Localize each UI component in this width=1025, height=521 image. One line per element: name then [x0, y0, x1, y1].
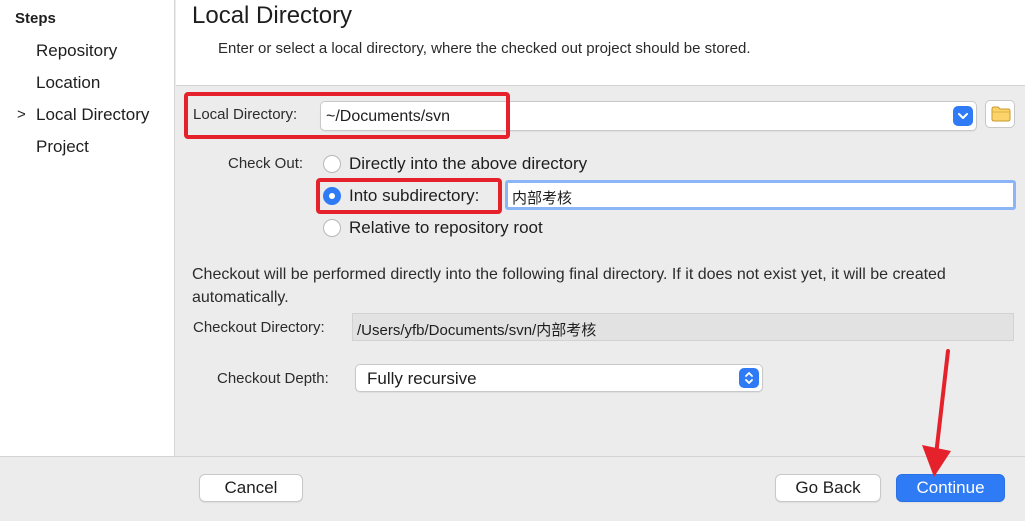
check-out-label: Check Out: [228, 155, 304, 172]
annotation-box-local-directory [184, 92, 510, 139]
subdirectory-input[interactable]: 内部考核 [505, 180, 1016, 210]
up-down-chevron-icon[interactable] [739, 368, 759, 388]
step-local-directory: Local Directory [36, 105, 150, 124]
page-description: Enter or select a local directory, where… [218, 40, 751, 57]
checkout-info-text: Checkout will be performed directly into… [192, 266, 946, 306]
radio-repository-root-label[interactable]: Relative to repository root [349, 218, 543, 238]
folder-icon [991, 106, 1011, 122]
steps-heading: Steps [15, 10, 56, 27]
checkout-depth-value[interactable]: Fully recursive [367, 369, 477, 389]
subdirectory-value[interactable]: 内部考核 [512, 187, 572, 208]
checkout-depth-label: Checkout Depth: [217, 370, 329, 387]
step-location: Location [36, 73, 101, 92]
radio-repository-root[interactable] [323, 219, 341, 237]
checkout-directory-value: /Users/yfb/Documents/svn/内部考核 [357, 322, 597, 339]
annotation-box-subdirectory [316, 178, 502, 214]
radio-directly[interactable] [323, 155, 341, 173]
steps-sidebar: Steps Repository Location > Local Direct… [0, 0, 175, 456]
footer-divider [0, 456, 1025, 457]
step-project: Project [36, 137, 89, 156]
checkout-depth-popup[interactable]: Fully recursive [355, 364, 763, 392]
checkout-directory-field: /Users/yfb/Documents/svn/内部考核 [352, 313, 1014, 341]
choose-folder-button[interactable] [985, 100, 1015, 128]
chevron-down-icon[interactable] [953, 106, 973, 126]
page-title: Local Directory [192, 2, 353, 29]
radio-directly-label[interactable]: Directly into the above directory [349, 154, 587, 174]
cancel-button[interactable]: Cancel [199, 474, 303, 502]
checkout-directory-label: Checkout Directory: [193, 319, 325, 336]
current-step-chevron-icon: > [17, 106, 26, 123]
go-back-button[interactable]: Go Back [775, 474, 881, 502]
annotation-arrow-icon [922, 349, 951, 477]
step-repository: Repository [36, 41, 118, 60]
page-header: Local Directory Enter or select a local … [176, 0, 1025, 86]
